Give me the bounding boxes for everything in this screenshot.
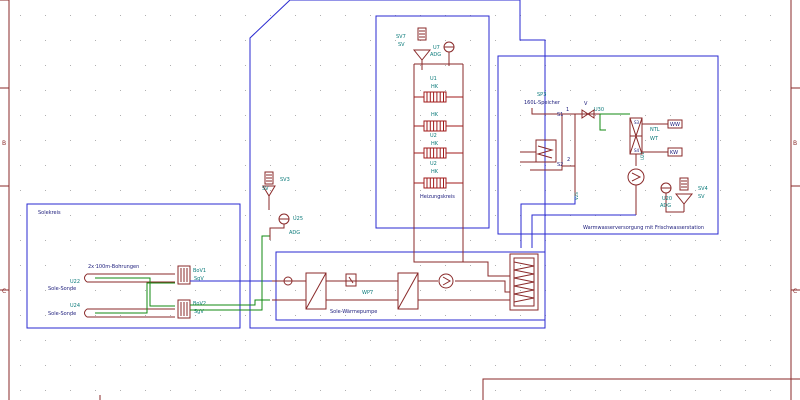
rad-3-id: U2 [430,133,437,139]
kw-label: KW [670,150,678,156]
buffer-tank [509,253,539,311]
solekreis-title: Solekreis [38,210,61,216]
heatpump-id: WP7 [362,290,373,296]
probe-1-name: Sole-Sonde [48,286,76,292]
sv3-id: SV3 [280,177,290,183]
radiator [414,147,463,159]
grid-dots [20,15,771,391]
ww-label: WW [670,122,680,128]
heizungskreis-title: Heizungskreis [420,194,455,200]
heatpump-evaporator [305,272,327,310]
warmwasser-title: Warmwasserversorgung mit Frischwassersta… [583,225,704,231]
schematic-canvas: B B C C Solekreis 2x 100m-Bohrungen U22 … [0,0,800,400]
heatpump-piping [272,248,510,301]
dhw-piping [562,113,630,196]
u20-type: ADG [660,203,671,209]
valve-2-id: BoV2 [193,301,206,307]
u25-id: U25 [293,216,303,222]
frame-row-label-c: C [2,288,6,295]
frame-row-label-b-right: B [793,140,797,147]
frame-row-label-b: B [2,140,6,147]
ww-kw-wiring [599,113,630,131]
dhw-tank-sp3 [520,108,563,171]
ntl-type: WT [650,136,659,142]
sv7-type: SV [398,42,405,48]
warmwasser-block [497,55,719,235]
expansion-vessel-u25 [269,213,290,240]
distribution-valve-1-symbol [177,265,191,285]
ntl-port-b: S4 [634,148,640,153]
sv4-id: SV4 [698,186,708,192]
dhw-supply-lines [520,196,636,248]
boreholes-label: 2x 100m-Bohrungen [88,264,139,270]
v2-label: V2S [574,192,579,200]
valve-1-id: BoV1 [193,268,206,274]
port-2: 2 [567,157,570,163]
heatpump-circulator [438,273,454,289]
radiator [414,177,463,189]
expansion-vessel-u7 [443,41,455,66]
pump-label: U22 [640,152,645,160]
sv4-type: SV [698,194,705,200]
frame-row-label-c-right: C [793,288,797,295]
u7-type: ADG [430,52,441,58]
rad-4-type: HK [431,169,439,175]
safety-valve-sv4 [674,177,694,212]
rad-4-id: U2 [430,161,437,167]
u20-id: U20 [662,196,672,202]
rad-1-type: HK [431,84,439,90]
sv3-type: SV [262,186,269,192]
sp3-name: 160L-Speicher [524,100,561,106]
rad-1-id: U1 [430,76,437,82]
ntl-id: NTL [650,127,660,133]
probe-2-name: Sole-Sonde [48,311,76,317]
probe-2-id: U24 [70,303,80,309]
distribution-valve-2-symbol [177,299,191,319]
sp3-id: SP3 [537,92,546,98]
port-s2: S2 [557,162,563,168]
rad-2-type: HK [431,112,439,118]
sv7-id: SV7 [396,34,406,40]
check-valve-id: U30 [594,107,604,113]
port-s1: S1 [557,112,563,118]
radiator [414,91,463,103]
u25-type: ADG [289,230,300,236]
probe-1-id: U22 [70,279,80,285]
port-1: 1 [566,107,569,113]
rad-3-type: HK [431,141,439,147]
radiator [414,120,463,132]
probe-wiring [95,277,175,314]
circulation-pump [627,154,645,215]
heatpump-expansion-valve [345,273,357,287]
check-valve-label: V [584,101,588,107]
heatpump-condenser [397,272,419,310]
u7-id: U7 [433,45,440,51]
ntl-port-a: S3 [634,120,640,125]
heatpump-label: Sole-Wärmepumpe [330,309,377,315]
